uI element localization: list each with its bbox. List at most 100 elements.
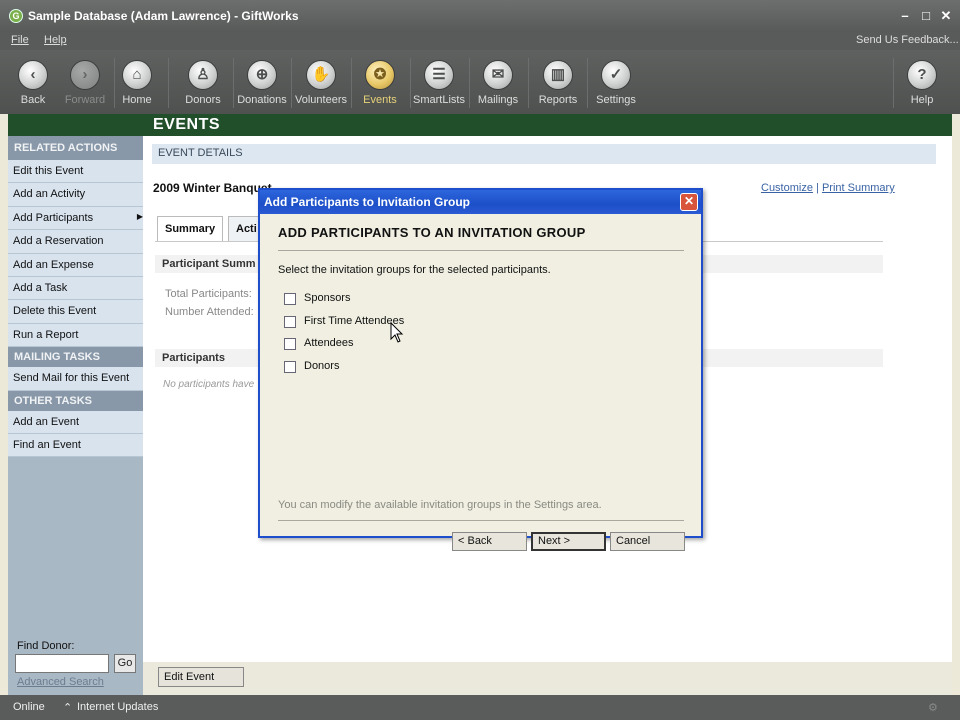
toolbar-label: Help [910, 94, 934, 106]
bottom-action-bar: Edit Event [143, 662, 952, 695]
checkbox-label: Donors [304, 360, 340, 372]
section-header-bar: EVENTS [8, 114, 952, 136]
print-summary-link[interactable]: Print Summary [822, 182, 895, 194]
sidebar-item-add-task[interactable]: Add a Task [8, 276, 143, 301]
toolbar-label: SmartLists [413, 94, 465, 106]
toolbar-reports-button[interactable]: ▥ Reports [530, 60, 586, 106]
toolbar-label: Volunteers [295, 94, 347, 106]
sidebar-item-label: Find an Event [13, 438, 81, 451]
checkbox-box[interactable] [284, 338, 296, 350]
smartlists-icon: ☰ [424, 60, 454, 90]
toolbar-volunteers-button[interactable]: ✋ Volunteers [293, 60, 349, 106]
sidebar-item-send-mail[interactable]: Send Mail for this Event [8, 367, 143, 391]
sidebar-item-label: Edit this Event [13, 165, 84, 177]
checkbox-label: Attendees [304, 337, 354, 349]
dialog-back-button[interactable]: < Back [452, 532, 527, 551]
minimize-icon[interactable]: – [897, 8, 913, 24]
dialog-settings-note: You can modify the available invitation … [278, 499, 602, 511]
dialog-cancel-button[interactable]: Cancel [610, 532, 685, 551]
find-donor-input[interactable] [15, 654, 109, 673]
menu-help[interactable]: Help [44, 34, 67, 46]
number-attended-label: Number Attended: [165, 306, 254, 318]
toolbar-help-button[interactable]: ? Help [894, 60, 950, 106]
toolbar-donors-button[interactable]: ♙ Donors [175, 60, 231, 106]
sidebar-item-label: Add a Task [13, 281, 68, 294]
mailings-envelope-icon: ✉ [483, 60, 513, 90]
toolbar-label: Home [122, 94, 152, 106]
sidebar-item-label: Send Mail for this Event [13, 372, 130, 385]
sidebar-item-add-expense[interactable]: Add an Expense [8, 253, 143, 277]
sidebar-item-add-activity[interactable]: Add an Activity [8, 183, 143, 207]
sidebar-item-add-participants[interactable]: Add Participants ▶ [8, 206, 143, 231]
dialog-divider [278, 520, 684, 521]
dialog-instruction: Select the invitation groups for the sel… [278, 264, 551, 276]
find-donor-label: Find Donor: [17, 640, 75, 652]
toolbar-label: Back [20, 94, 46, 106]
checkbox-box[interactable] [284, 361, 296, 373]
internet-updates-link[interactable]: Internet Updates [77, 701, 158, 713]
customize-link[interactable]: Customize [761, 182, 813, 194]
toolbar-label: Reports [538, 94, 578, 106]
giftworks-logo-icon: G [9, 9, 23, 23]
total-participants-label: Total Participants: [165, 288, 252, 300]
menu-file[interactable]: File [11, 34, 29, 46]
no-participants-text: No participants have [163, 379, 255, 390]
toolbar-separator [168, 58, 169, 108]
event-title: 2009 Winter Banquet [153, 181, 272, 195]
home-icon: ⌂ [122, 60, 152, 90]
sidebar-item-label: Delete this Event [13, 305, 97, 318]
dialog-divider [278, 250, 684, 251]
send-feedback-link[interactable]: Send Us Feedback... [856, 34, 959, 46]
sidebar-item-label: Add Participants [13, 211, 94, 224]
toolbar-mailings-button[interactable]: ✉ Mailings [470, 60, 526, 106]
toolbar-label: Donations [237, 94, 287, 106]
toolbar-separator [291, 58, 292, 108]
toolbar-events-button[interactable]: ✪ Events [352, 60, 408, 106]
toolbar-label: Forward [64, 94, 106, 106]
resize-grip-icon[interactable]: ⚙ [928, 701, 938, 714]
toolbar-separator [528, 58, 529, 108]
toolbar-settings-button[interactable]: ✓ Settings [588, 60, 644, 106]
volunteers-hand-icon: ✋ [306, 60, 336, 90]
sidebar-item-label: Run a Report [13, 328, 79, 341]
edit-event-button[interactable]: Edit Event [158, 667, 244, 687]
online-status: Online [13, 701, 45, 713]
events-icon: ✪ [365, 60, 395, 90]
toolbar-smartlists-button[interactable]: ☰ SmartLists [411, 60, 467, 106]
maximize-icon[interactable]: □ [918, 8, 934, 24]
dialog-close-icon[interactable]: ✕ [680, 193, 698, 211]
sidebar-item-add-event[interactable]: Add an Event [8, 410, 143, 434]
close-icon[interactable]: ✕ [938, 8, 954, 24]
donors-icon: ♙ [188, 60, 218, 90]
checkbox-box[interactable] [284, 316, 296, 328]
toolbar-label: Settings [596, 94, 636, 106]
toolbar-donations-button[interactable]: ⊕ Donations [234, 60, 290, 106]
checkbox-box[interactable] [284, 293, 296, 305]
dialog-next-button[interactable]: Next > [531, 532, 606, 551]
sidebar: RELATED ACTIONS Edit this Event Add an A… [8, 136, 143, 695]
go-button[interactable]: Go [114, 654, 136, 673]
toolbar-home-button[interactable]: ⌂ Home [109, 60, 165, 106]
sidebar-item-delete-event[interactable]: Delete this Event [8, 300, 143, 324]
sidebar-item-find-event[interactable]: Find an Event [8, 433, 143, 458]
forward-arrow-icon: › [70, 60, 100, 90]
advanced-search-link[interactable]: Advanced Search [17, 676, 104, 688]
toolbar-label: Mailings [477, 94, 519, 106]
toolbar-label: Events [363, 94, 397, 106]
toolbar-back-button[interactable]: ‹ Back [5, 60, 61, 106]
window-title: Sample Database (Adam Lawrence) - GiftWo… [28, 9, 299, 23]
dialog-heading: ADD PARTICIPANTS TO AN INVITATION GROUP [278, 225, 586, 240]
menu-bar: File Help Send Us Feedback... [0, 32, 960, 50]
sidebar-item-run-report[interactable]: Run a Report [8, 323, 143, 348]
donations-icon: ⊕ [247, 60, 277, 90]
sidebar-item-label: Add an Expense [13, 258, 94, 271]
sidebar-item-label: Add an Activity [13, 188, 86, 201]
mouse-pointer-icon [390, 322, 404, 343]
tab-summary[interactable]: Summary [157, 216, 223, 242]
giftworks-window: G Sample Database (Adam Lawrence) - Gift… [0, 0, 960, 720]
sidebar-item-edit-event[interactable]: Edit this Event [8, 160, 143, 184]
toolbar-forward-button[interactable]: › Forward [57, 60, 113, 106]
dialog-title: Add Participants to Invitation Group [260, 190, 701, 214]
sidebar-item-add-reservation[interactable]: Add a Reservation [8, 230, 143, 254]
link-separator: | [812, 182, 822, 194]
